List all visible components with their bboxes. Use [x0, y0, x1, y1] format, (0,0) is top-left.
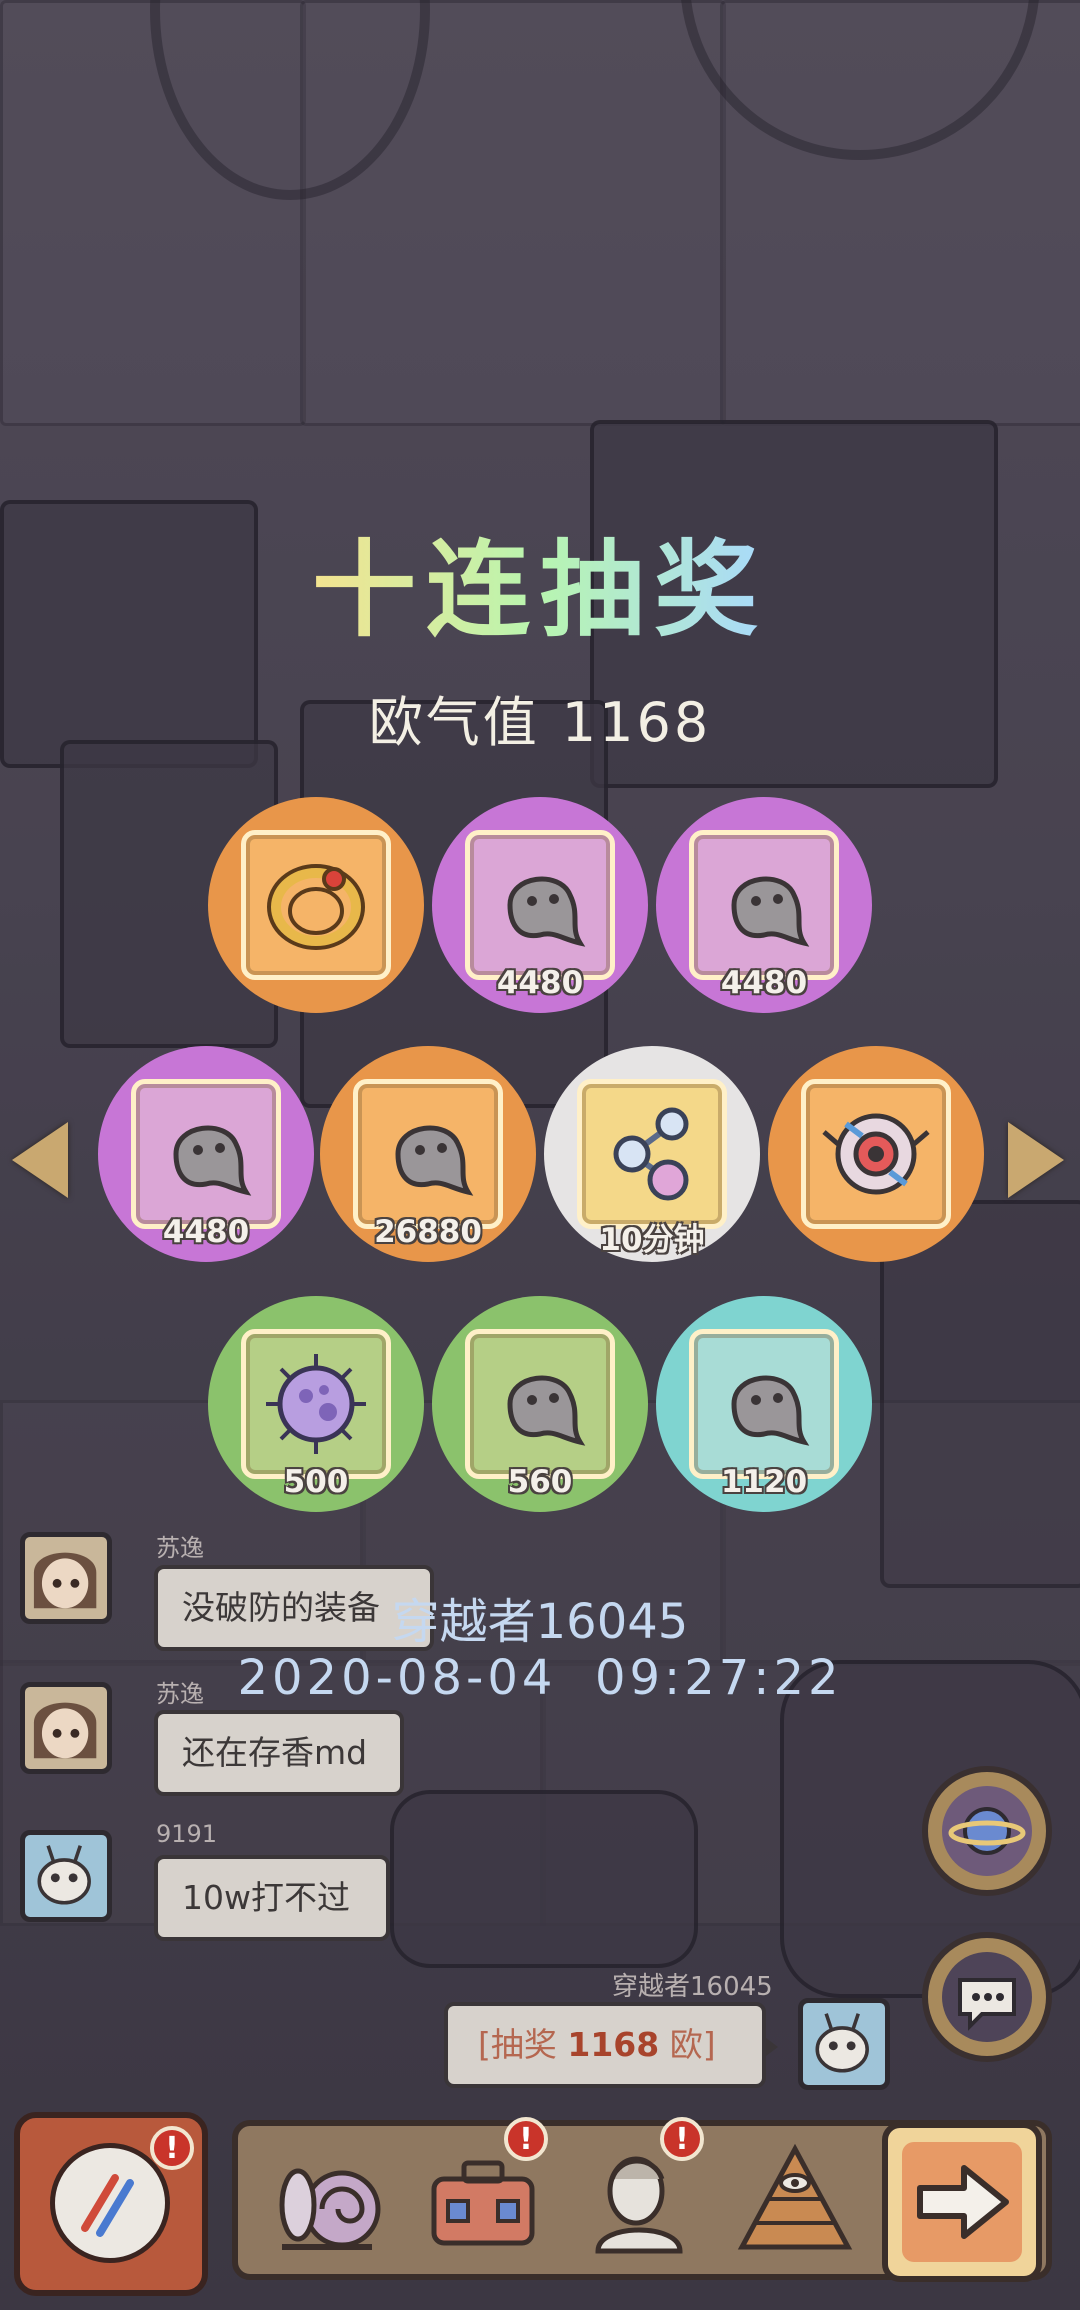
reward-count: 4480 — [720, 965, 808, 1001]
luck-label: 欧气值 — [368, 691, 540, 754]
reward-item[interactable] — [768, 1046, 984, 1262]
virus-icon — [266, 1354, 366, 1454]
notification-badge: ! — [150, 2126, 194, 2170]
right-arrow-icon — [902, 2142, 1022, 2262]
reward-card — [689, 1329, 839, 1479]
reward-card — [241, 1329, 391, 1479]
reward-count: 1120 — [720, 1464, 808, 1500]
nav-bust-button[interactable]: ! — [574, 2117, 704, 2265]
my-draw-message: [抽奖 1168 欧] — [444, 2002, 778, 2088]
reward-count: 560 — [507, 1464, 573, 1500]
reward-item[interactable]: 1120 — [656, 1296, 872, 1512]
snail-icon — [279, 2168, 381, 2250]
reward-card — [801, 1079, 951, 1229]
notification-badge: ! — [504, 2117, 548, 2161]
blob-icon — [507, 876, 586, 947]
molecule-icon — [613, 1107, 689, 1201]
blob-icon — [395, 1125, 474, 1196]
chat-sender-name: 9191 — [156, 1820, 218, 1848]
ring-icon — [267, 864, 365, 950]
chat-sender-name: 苏逸 — [156, 1534, 204, 1562]
next-button[interactable] — [882, 2122, 1042, 2282]
chat-toggle-button[interactable] — [922, 1932, 1052, 2062]
scroll-right-arrow-icon[interactable] — [1008, 1122, 1064, 1198]
reward-count: 26880 — [374, 1214, 482, 1250]
reward-card — [353, 1079, 503, 1229]
nav-pyramid-button[interactable] — [730, 2135, 860, 2265]
planet-icon — [942, 1786, 1032, 1876]
reward-item[interactable]: 4480 — [98, 1046, 314, 1262]
reward-card — [241, 830, 391, 980]
reward-item[interactable]: 4480 — [656, 797, 872, 1013]
nav-snail-button[interactable] — [262, 2135, 392, 2265]
pyramid-eye-icon — [737, 2143, 853, 2250]
scroll-left-arrow-icon[interactable] — [12, 1122, 68, 1198]
chat-avatar[interactable] — [20, 1830, 112, 1922]
my-message-prefix: [抽奖 — [478, 2025, 568, 2064]
reward-card — [465, 830, 615, 980]
reward-count: 10分钟 — [599, 1222, 705, 1258]
home-button[interactable]: ! — [14, 2112, 208, 2296]
blob-icon — [173, 1125, 252, 1196]
reward-count: 4480 — [496, 965, 584, 1001]
notification-badge: ! — [660, 2117, 704, 2161]
snail-avatar-icon — [815, 2013, 869, 2073]
robot-eye-icon — [822, 1113, 930, 1195]
my-message-amount: 1168 — [567, 2025, 660, 2064]
planet-button[interactable] — [922, 1766, 1052, 1896]
luck-value-display: 欧气值 1168 — [0, 678, 1080, 757]
speech-bubble-icon — [942, 1952, 1032, 2042]
chat-message: 还在存香md — [154, 1710, 404, 1796]
reward-card — [131, 1079, 281, 1229]
player-name: 穿越者16045 — [391, 1594, 689, 1650]
blob-icon — [507, 1375, 586, 1446]
reward-item[interactable] — [208, 797, 424, 1013]
reward-item[interactable]: 560 — [432, 1296, 648, 1512]
nav-toolbox-button[interactable]: ! — [418, 2117, 548, 2265]
my-message-suffix: 欧] — [659, 2025, 716, 2064]
reward-card — [689, 830, 839, 980]
reward-item[interactable]: 4480 — [432, 797, 648, 1013]
blob-icon — [731, 1375, 810, 1446]
reward-card — [577, 1079, 727, 1229]
reward-count: 4480 — [162, 1214, 250, 1250]
my-sender-name: 穿越者16045 — [612, 1972, 773, 2002]
reward-item[interactable]: 26880 — [320, 1046, 536, 1262]
draw-timestamp: 2020-08-04 09:27:22 — [237, 1650, 843, 1706]
my-avatar[interactable] — [798, 1998, 890, 2090]
snail-avatar-icon — [37, 1845, 91, 1905]
reward-item[interactable]: 500 — [208, 1296, 424, 1512]
chat-message: 10w打不过 — [154, 1855, 390, 1941]
blob-icon — [731, 876, 810, 947]
luck-value: 1168 — [561, 691, 712, 754]
reward-item[interactable]: 10分钟 — [544, 1046, 760, 1262]
ten-draw-title: 十连抽奖 — [0, 505, 1080, 656]
reward-card — [465, 1329, 615, 1479]
plate-icon — [50, 2143, 170, 2263]
reward-count: 500 — [283, 1464, 349, 1500]
